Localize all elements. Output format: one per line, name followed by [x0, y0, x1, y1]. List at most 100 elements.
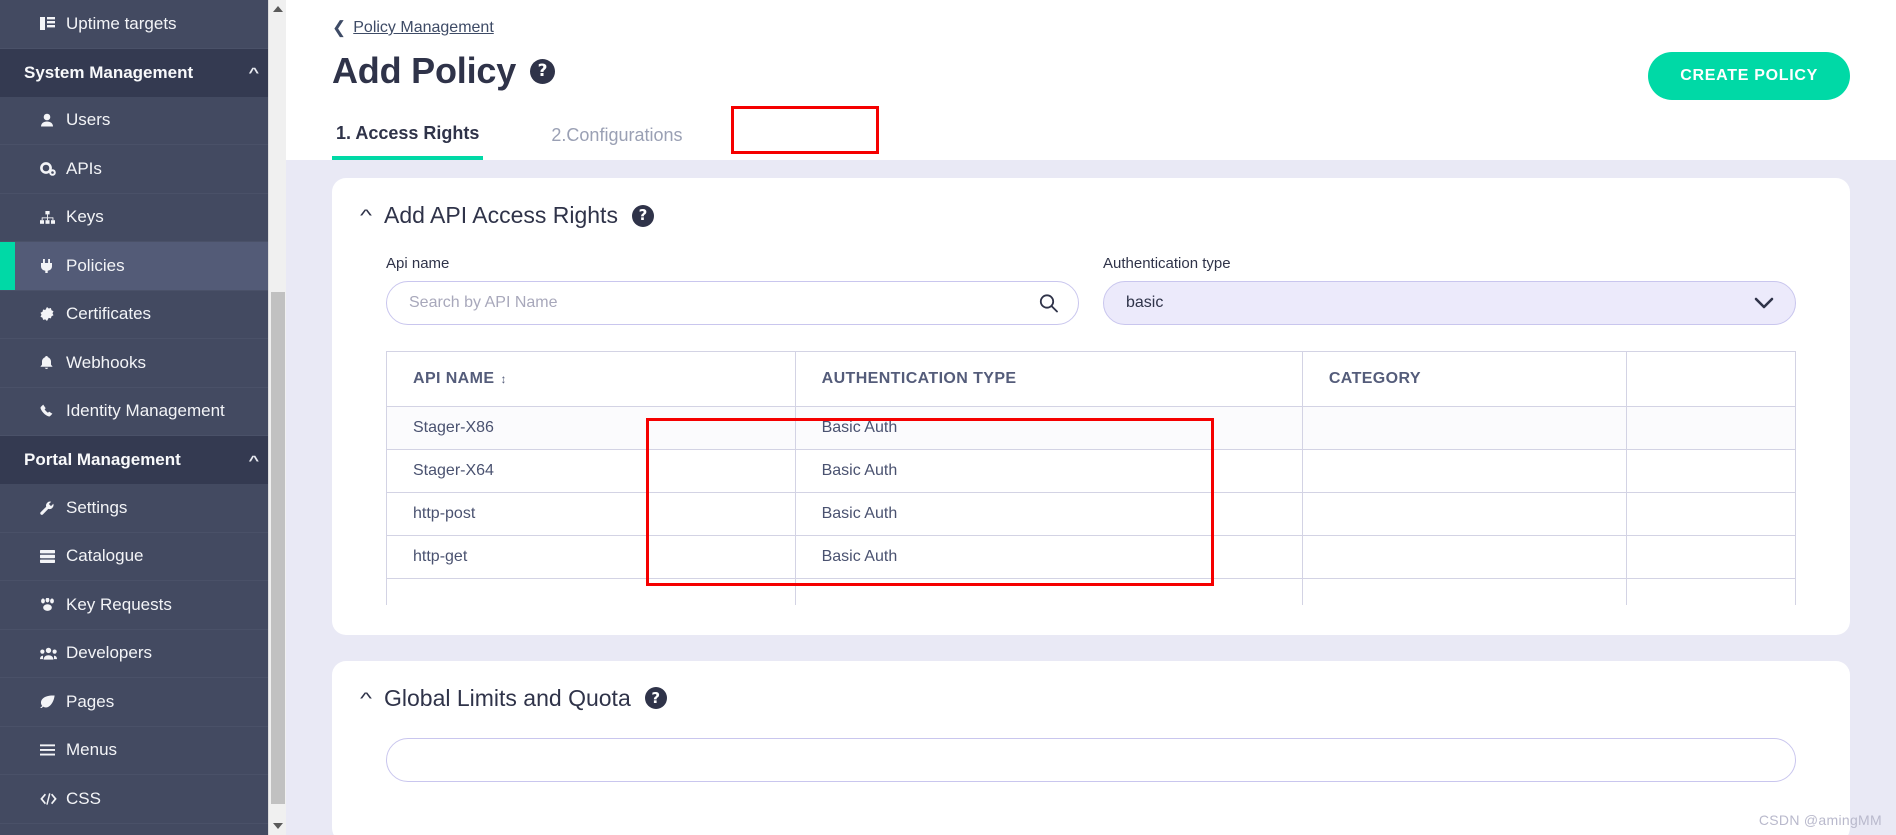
cell-actions — [1626, 535, 1797, 579]
help-icon[interactable]: ? — [530, 58, 556, 84]
gears-icon — [40, 161, 66, 176]
table-row[interactable]: Stager-X64 Basic Auth — [386, 449, 1797, 493]
help-icon[interactable]: ? — [631, 204, 654, 227]
page-title: Add Policy — [332, 50, 517, 91]
search-input-placeholder: Search by API Name — [409, 294, 558, 311]
sidebar-item-identity-management[interactable]: Identity Management — [0, 387, 286, 436]
chevron-down-icon[interactable] — [1753, 296, 1775, 310]
breadcrumb-label: Policy Management — [353, 19, 494, 36]
cell-category — [1302, 492, 1627, 536]
sidebar-item-key-requests[interactable]: Key Requests — [0, 581, 286, 630]
column-actions — [1626, 351, 1797, 407]
user-icon — [40, 113, 66, 127]
chevron-up-icon[interactable]: ^ — [360, 690, 372, 707]
scrollbar-thumb[interactable] — [271, 292, 285, 804]
certificate-icon — [40, 307, 66, 322]
sidebar-item-policies[interactable]: Policies — [0, 242, 286, 291]
sidebar-item-menus[interactable]: Menus — [0, 726, 286, 775]
api-table-wrapper: API NAME ↕ AUTHENTICATION TYPE CATEGORY S… — [360, 351, 1822, 605]
global-limits-header: ^ Global Limits and Quota ? — [360, 685, 1822, 712]
sidebar-item-label: Menus — [66, 740, 118, 760]
breadcrumb[interactable]: ❮ Policy Management — [332, 18, 494, 38]
table-row[interactable]: http-get Basic Auth — [386, 535, 1797, 579]
phone-icon — [40, 404, 66, 418]
main-area: ❮ Policy Management Add Policy ? CREATE … — [286, 0, 1896, 835]
cell-auth-type: Basic Auth — [795, 449, 1303, 493]
cell-actions — [1626, 449, 1797, 493]
sidebar-group-portal-management[interactable]: Portal Management ^ — [0, 436, 286, 484]
global-limits-card: ^ Global Limits and Quota ? — [332, 660, 1850, 835]
tab-access-rights[interactable]: 1. Access Rights — [332, 113, 484, 160]
search-icon[interactable] — [1039, 294, 1058, 313]
table-row[interactable]: http-post Basic Auth — [386, 492, 1797, 536]
sidebar-item-label: Settings — [66, 497, 128, 517]
bell-icon — [40, 355, 66, 370]
sort-icon[interactable]: ↕ — [500, 372, 506, 386]
sidebar-item-label: Uptime targets — [66, 13, 177, 33]
sidebar-item-label: Catalogue — [66, 546, 144, 566]
sidebar-item-label: Certificates — [66, 304, 152, 324]
scroll-up-button[interactable] — [269, 0, 286, 18]
sidebar-group-label: System Management — [24, 62, 194, 82]
column-category[interactable]: CATEGORY — [1302, 351, 1627, 407]
section-title: Global Limits and Quota — [383, 684, 631, 711]
sidebar-item-catalogue[interactable]: Catalogue — [0, 532, 286, 581]
users-icon — [40, 647, 66, 660]
cell-actions — [1626, 492, 1797, 536]
sidebar-item-webhooks[interactable]: Webhooks — [0, 339, 286, 388]
api-access-table: API NAME ↕ AUTHENTICATION TYPE CATEGORY S… — [386, 351, 1797, 605]
sidebar-item-label: Pages — [66, 691, 115, 711]
column-authentication-type[interactable]: AUTHENTICATION TYPE — [795, 351, 1303, 407]
leaf-icon — [40, 695, 66, 709]
sidebar-item-pages[interactable]: Pages — [0, 678, 286, 727]
help-icon[interactable]: ? — [644, 687, 667, 709]
sidebar-item-label: APIs — [66, 158, 102, 178]
sidebar-scrollbar[interactable] — [268, 0, 286, 835]
cell-auth-type: Basic Auth — [795, 406, 1303, 450]
table-row-spacer — [386, 578, 1797, 605]
server-icon — [40, 549, 66, 563]
chevron-left-icon: ❮ — [332, 18, 347, 37]
plug-icon — [40, 258, 66, 273]
chevron-up-icon[interactable]: ^ — [249, 454, 260, 467]
auth-type-label: Authentication type — [1103, 255, 1231, 272]
tab-configurations[interactable]: 2.Configurations — [525, 113, 708, 160]
cell-category — [1302, 535, 1627, 579]
sidebar: Uptime targets System Management ^ Users… — [0, 0, 286, 835]
column-api-name[interactable]: API NAME ↕ — [386, 351, 796, 407]
auth-type-field: Authentication type basic — [1103, 255, 1796, 325]
sidebar-group-label: Portal Management — [24, 450, 181, 469]
sidebar-item-settings[interactable]: Settings — [0, 484, 286, 533]
sidebar-item-css[interactable]: CSS — [0, 775, 286, 824]
search-input[interactable]: Search by API Name — [386, 281, 1079, 325]
title-row: Add Policy ? — [332, 50, 1850, 92]
sidebar-group-system-management[interactable]: System Management ^ — [0, 48, 286, 97]
chevron-up-icon[interactable]: ^ — [360, 207, 372, 224]
scroll-down-button[interactable] — [269, 817, 286, 835]
table-header: API NAME ↕ AUTHENTICATION TYPE CATEGORY — [386, 351, 1797, 407]
table-row[interactable]: Stager-X86 Basic Auth — [386, 406, 1797, 450]
wrench-icon — [40, 501, 66, 515]
auth-type-value: basic — [1126, 294, 1164, 311]
sidebar-item-apis[interactable]: APIs — [0, 145, 286, 194]
global-limits-input[interactable] — [386, 737, 1796, 782]
api-name-field: Api name Search by API Name — [386, 255, 1079, 325]
cell-api-name: http-post — [386, 492, 796, 536]
cell-category — [1302, 406, 1627, 450]
sidebar-item-keys[interactable]: Keys — [0, 193, 286, 242]
paw-icon — [40, 598, 66, 612]
column-label: API NAME — [413, 370, 495, 387]
sidebar-item-users[interactable]: Users — [0, 96, 286, 145]
cell-auth-type: Basic Auth — [795, 492, 1303, 536]
auth-type-select[interactable]: basic — [1103, 281, 1796, 325]
create-policy-button[interactable]: CREATE POLICY — [1648, 52, 1850, 100]
sidebar-item-certificates[interactable]: Certificates — [0, 290, 286, 339]
sidebar-item-label: Webhooks — [66, 352, 147, 372]
cell-api-name: Stager-X64 — [386, 449, 796, 493]
chevron-up-icon[interactable]: ^ — [249, 66, 260, 79]
sidebar-item-developers[interactable]: Developers — [0, 629, 286, 678]
sidebar-item-label: Identity Management — [66, 401, 225, 421]
list-table-icon — [40, 17, 66, 31]
filter-form: Api name Search by API Name Authenticati… — [360, 255, 1822, 325]
sidebar-item-uptime-targets[interactable]: Uptime targets — [0, 0, 286, 49]
